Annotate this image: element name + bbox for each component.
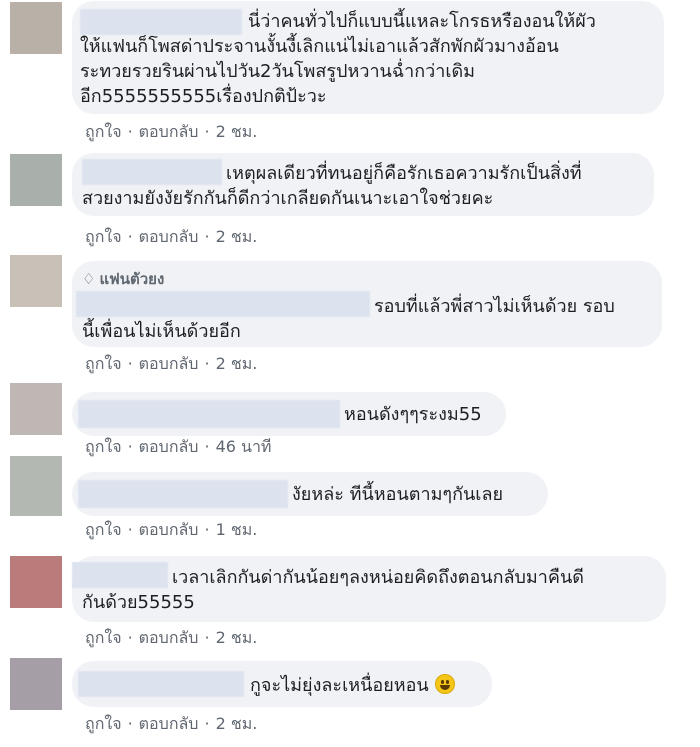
separator-dot: · <box>127 628 133 647</box>
avatar[interactable] <box>10 154 62 206</box>
timestamp-link[interactable]: 1 ชม. <box>216 520 258 539</box>
blurred-username <box>76 291 370 317</box>
separator-dot: · <box>127 437 133 456</box>
comment-text-line: ระทวยรวยรินผ่านไปวัน2วันโพสรูปหวานฉ่ำกว่… <box>80 61 476 82</box>
comment-bubble: เวลาเลิกกันด่ากันน้อยๆลงหน่อยคิดถึงตอนกล… <box>72 556 666 622</box>
comment-text-line: กันด้วย55555 <box>82 592 195 613</box>
comment-text: กูจะไม่ยุ่งละเหนื่อยหอน <box>250 675 429 696</box>
timestamp-link[interactable]: 2 ชม. <box>216 628 258 647</box>
comment-text-line: ให้แฟนก็โพสด่าประจานงั้นงี้เลิกแน่ไม่เอา… <box>80 36 559 57</box>
separator-dot: · <box>204 520 210 539</box>
timestamp-link[interactable]: 46 นาที <box>216 437 272 456</box>
comment-text-line: อีก5555555555เรื่องปกติป้ะวะ <box>80 86 327 107</box>
like-link[interactable]: ถูกใจ <box>85 122 122 141</box>
comment-bubble: นี่ว่าคนทั่วไปก็แบบนี้แหละโกรธหรืองอนให้… <box>72 1 664 114</box>
separator-dot: · <box>127 122 133 141</box>
blurred-username <box>82 159 222 185</box>
badge-label: แฟนตัวยง <box>99 270 165 288</box>
diamond-icon: ♢ <box>82 270 96 288</box>
separator-dot: · <box>127 354 133 373</box>
comment-actions: ถูกใจ · ตอบกลับ · 2 ชม. <box>85 352 257 377</box>
blurred-username <box>80 9 242 35</box>
timestamp-link[interactable]: 2 ชม. <box>216 714 258 733</box>
comment-actions: ถูกใจ · ตอบกลับ · 1 ชม. <box>85 518 257 543</box>
blurred-username <box>78 400 340 428</box>
comment-text-line: เหตุผลเดียวที่ทนอยู่ก็คือรักเธอความรักเป… <box>226 163 582 184</box>
avatar[interactable] <box>10 658 62 710</box>
like-link[interactable]: ถูกใจ <box>85 714 122 733</box>
separator-dot: · <box>204 628 210 647</box>
reply-link[interactable]: ตอบกลับ <box>139 520 199 539</box>
comment-item: เหตุผลเดียวที่ทนอยู่ก็คือรักเธอความรักเป… <box>0 147 700 247</box>
timestamp-link[interactable]: 2 ชม. <box>216 122 258 141</box>
reply-link[interactable]: ตอบกลับ <box>139 628 199 647</box>
separator-dot: · <box>204 714 210 733</box>
comment-text-line: กูจะไม่ยุ่งละเหนื่อยหอน <box>250 673 455 698</box>
comment-text-line: นี้เพื่อนไม่เห็นด้วยอีก <box>82 321 241 342</box>
separator-dot: · <box>204 227 210 246</box>
comment-item: หอนดังๆๆระงม55 ถูกใจ · ตอบกลับ · 46 นาที <box>0 377 700 462</box>
comment-text-line: เวลาเลิกกันด่ากันน้อยๆลงหน่อยคิดถึงตอนกล… <box>172 567 584 588</box>
comment-actions: ถูกใจ · ตอบกลับ · 2 ชม. <box>85 626 257 651</box>
comment-bubble: เหตุผลเดียวที่ทนอยู่ก็คือรักเธอความรักเป… <box>72 153 654 216</box>
avatar[interactable] <box>10 456 62 516</box>
separator-dot: · <box>127 714 133 733</box>
reply-link[interactable]: ตอบกลับ <box>139 122 199 141</box>
comment-bubble: งัยหล่ะ ทีนี้หอนตามๆกันเลย <box>72 472 548 516</box>
comment-bubble: ♢ แฟนตัวยง รอบที่แล้วพี่สาวไม่เห็นด้วย รอ… <box>72 261 662 347</box>
comment-text-line: หอนดังๆๆระงม55 <box>344 404 482 425</box>
comment-item: กูจะไม่ยุ่งละเหนื่อยหอน ถูกใจ · ตอบกลับ · 2 … <box>0 652 700 747</box>
avatar[interactable] <box>10 383 62 435</box>
blurred-username <box>78 671 244 697</box>
timestamp-link[interactable]: 2 ชม. <box>216 354 258 373</box>
reply-link[interactable]: ตอบกลับ <box>139 227 199 246</box>
separator-dot: · <box>127 227 133 246</box>
timestamp-link[interactable]: 2 ชม. <box>216 227 258 246</box>
comment-item: งัยหล่ะ ทีนี้หอนตามๆกันเลย ถูกใจ · ตอบกลับ… <box>0 456 700 550</box>
comment-text-line: รอบที่แล้วพี่สาวไม่เห็นด้วย รอบ <box>374 296 615 317</box>
like-link[interactable]: ถูกใจ <box>85 354 122 373</box>
separator-dot: · <box>204 437 210 456</box>
comment-actions: ถูกใจ · ตอบกลับ · 46 นาที <box>85 435 271 460</box>
comment-item: เวลาเลิกกันด่ากันน้อยๆลงหน่อยคิดถึงตอนกล… <box>0 550 700 652</box>
avatar[interactable] <box>10 2 62 54</box>
like-link[interactable]: ถูกใจ <box>85 628 122 647</box>
comment-text-line: สวยงามยังงัยรักกันก็ดีกว่าเกลียดกันเนาะเ… <box>82 188 494 209</box>
comment-actions: ถูกใจ · ตอบกลับ · 2 ชม. <box>85 120 257 145</box>
reply-link[interactable]: ตอบกลับ <box>139 354 199 373</box>
like-link[interactable]: ถูกใจ <box>85 520 122 539</box>
comment-bubble: กูจะไม่ยุ่งละเหนื่อยหอน <box>72 661 492 707</box>
separator-dot: · <box>204 354 210 373</box>
smiling-face-icon <box>434 674 455 694</box>
comment-item: ♢ แฟนตัวยง รอบที่แล้วพี่สาวไม่เห็นด้วย รอ… <box>0 247 700 377</box>
blurred-username <box>78 480 288 508</box>
reply-link[interactable]: ตอบกลับ <box>139 714 199 733</box>
comment-item: นี่ว่าคนทั่วไปก็แบบนี้แหละโกรธหรืองอนให้… <box>0 0 700 147</box>
fan-badge: ♢ แฟนตัวยง <box>82 267 164 291</box>
blurred-username <box>72 562 168 588</box>
comment-bubble: หอนดังๆๆระงม55 <box>72 392 506 436</box>
comment-text-line: งัยหล่ะ ทีนี้หอนตามๆกันเลย <box>292 484 504 505</box>
comment-text-line: นี่ว่าคนทั่วไปก็แบบนี้แหละโกรธหรืองอนให้… <box>248 11 596 32</box>
separator-dot: · <box>127 520 133 539</box>
like-link[interactable]: ถูกใจ <box>85 227 122 246</box>
like-link[interactable]: ถูกใจ <box>85 437 122 456</box>
comment-actions: ถูกใจ · ตอบกลับ · 2 ชม. <box>85 712 257 737</box>
avatar[interactable] <box>10 255 62 307</box>
avatar[interactable] <box>10 556 62 608</box>
reply-link[interactable]: ตอบกลับ <box>139 437 199 456</box>
separator-dot: · <box>204 122 210 141</box>
